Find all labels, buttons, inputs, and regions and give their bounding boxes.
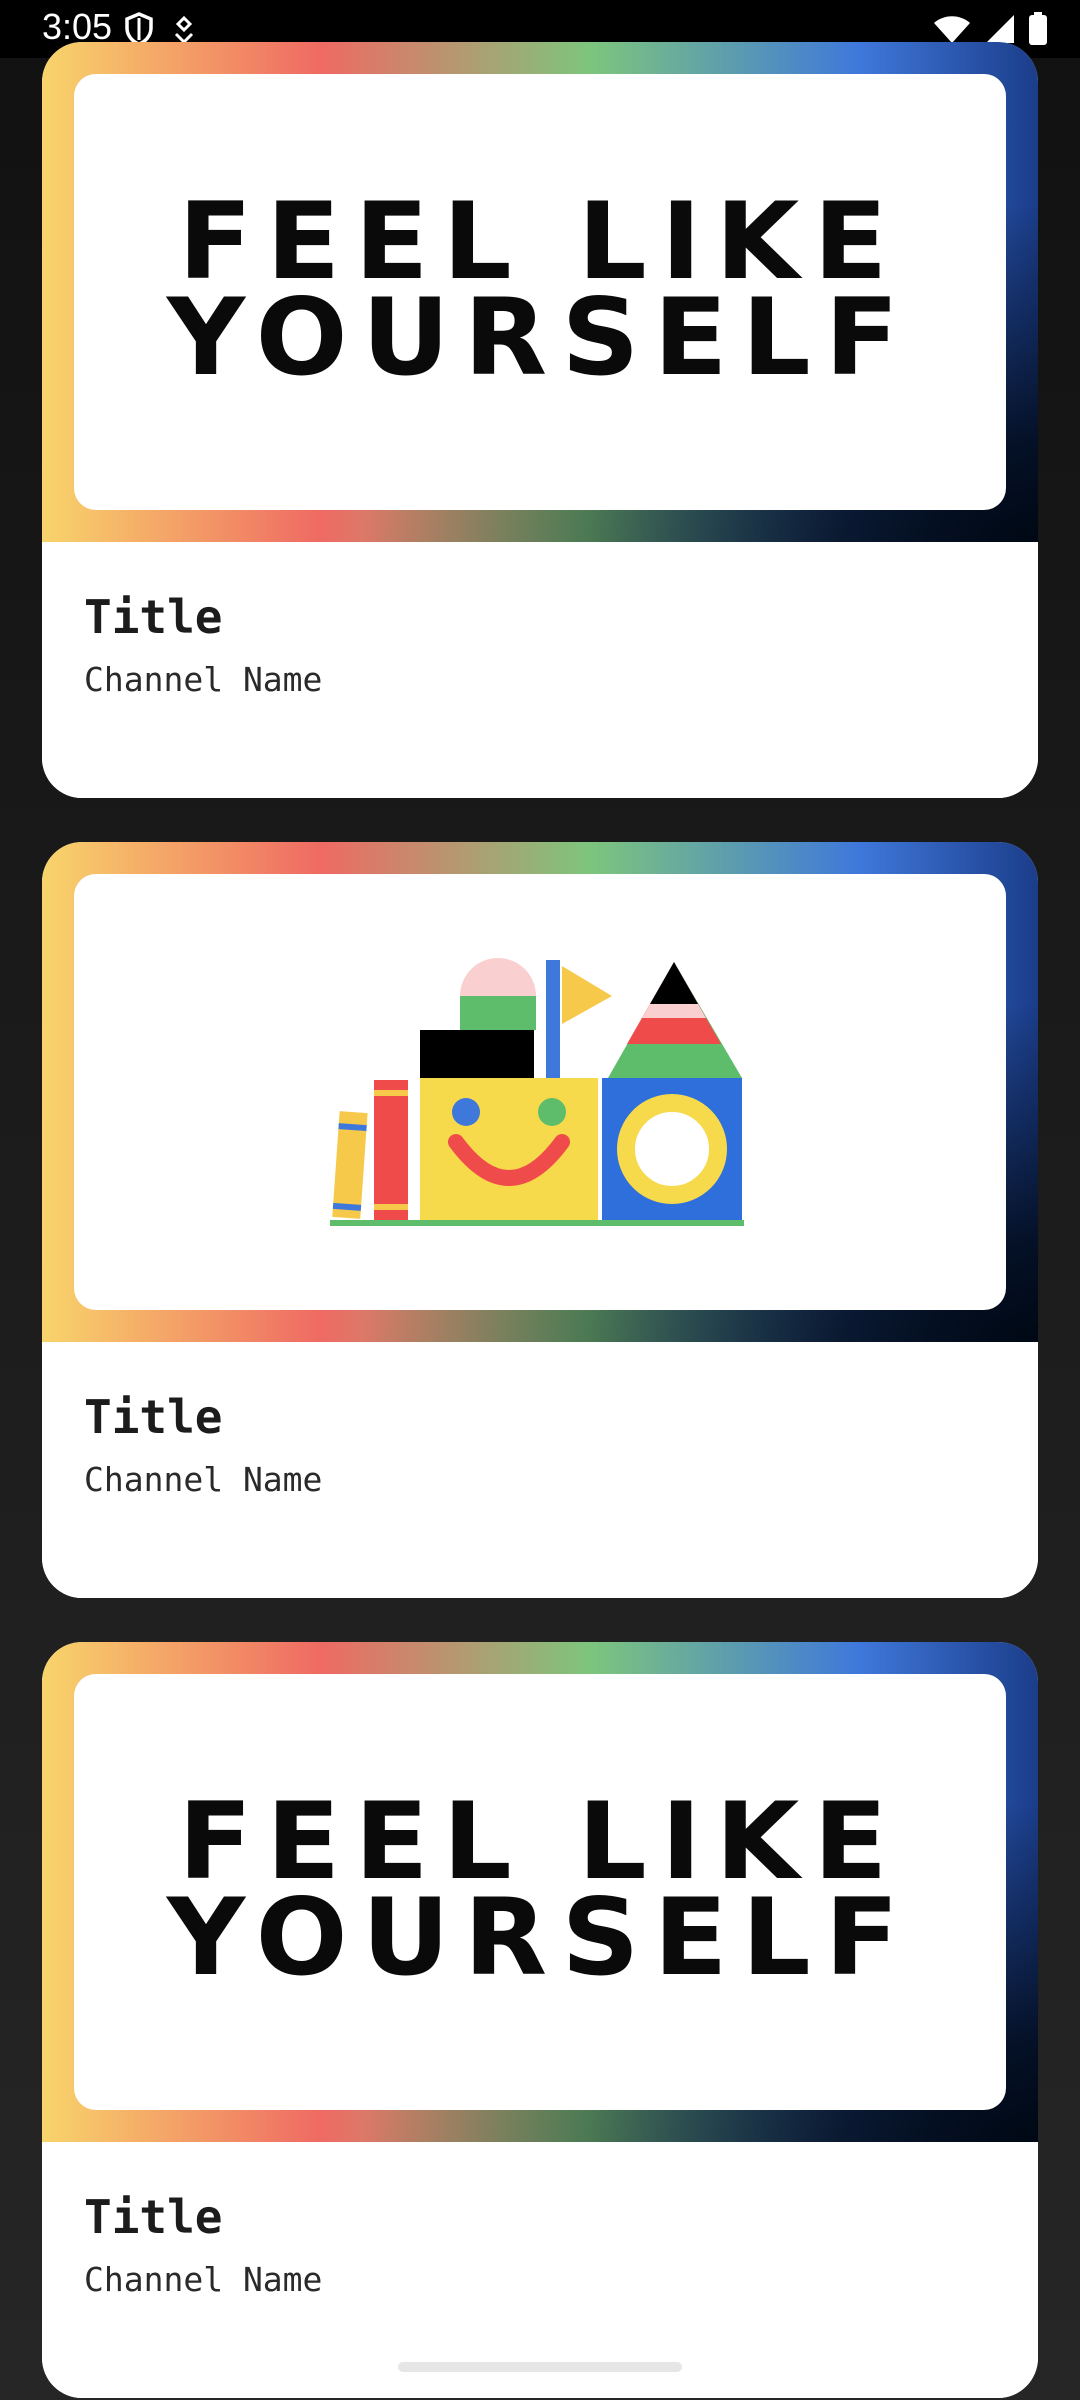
download-notification-icon	[174, 15, 194, 45]
shield-icon	[125, 12, 153, 46]
card-channel-name[interactable]: Channel Name	[84, 660, 322, 699]
card-info[interactable]: Title Channel Name	[42, 2142, 1038, 2398]
video-card[interactable]: Title Channel Name	[42, 842, 1038, 1598]
video-card[interactable]: FEEL LIKE YOURSELF Title Channel Name	[42, 42, 1038, 798]
status-left-icons	[124, 12, 196, 46]
wifi-icon	[934, 16, 970, 43]
card-channel-name[interactable]: Channel Name	[84, 2260, 322, 2299]
toy-blocks-illustration	[330, 958, 744, 1226]
card-title[interactable]: Title	[84, 590, 222, 644]
card-thumbnail-frame[interactable]: FEEL LIKE YOURSELF	[42, 1642, 1038, 2142]
card-thumbnail-frame[interactable]: FEEL LIKE YOURSELF	[42, 42, 1038, 542]
thumbnail-headline: FEEL LIKE YOURSELF	[166, 180, 914, 399]
card-thumbnail-frame[interactable]	[42, 842, 1038, 1342]
thumbnail-feel-like-yourself[interactable]: FEEL LIKE YOURSELF	[74, 74, 1006, 510]
card-title[interactable]: Title	[84, 1390, 222, 1444]
status-right-icons	[932, 12, 1048, 46]
card-title[interactable]: Title	[84, 2190, 222, 2244]
video-card[interactable]: FEEL LIKE YOURSELF Title Channel Name	[42, 1642, 1038, 2398]
thumbnail-feel-like-yourself[interactable]: FEEL LIKE YOURSELF	[74, 1674, 1006, 2110]
thumbnail-toy-blocks[interactable]	[74, 874, 1006, 1310]
battery-icon	[1029, 12, 1047, 45]
home-indicator[interactable]	[398, 2362, 682, 2372]
card-info[interactable]: Title Channel Name	[42, 542, 1038, 798]
card-info[interactable]: Title Channel Name	[42, 1342, 1038, 1598]
cell-signal-icon	[986, 15, 1014, 43]
card-channel-name[interactable]: Channel Name	[84, 1460, 322, 1499]
thumbnail-headline: FEEL LIKE YOURSELF	[166, 1780, 914, 1999]
